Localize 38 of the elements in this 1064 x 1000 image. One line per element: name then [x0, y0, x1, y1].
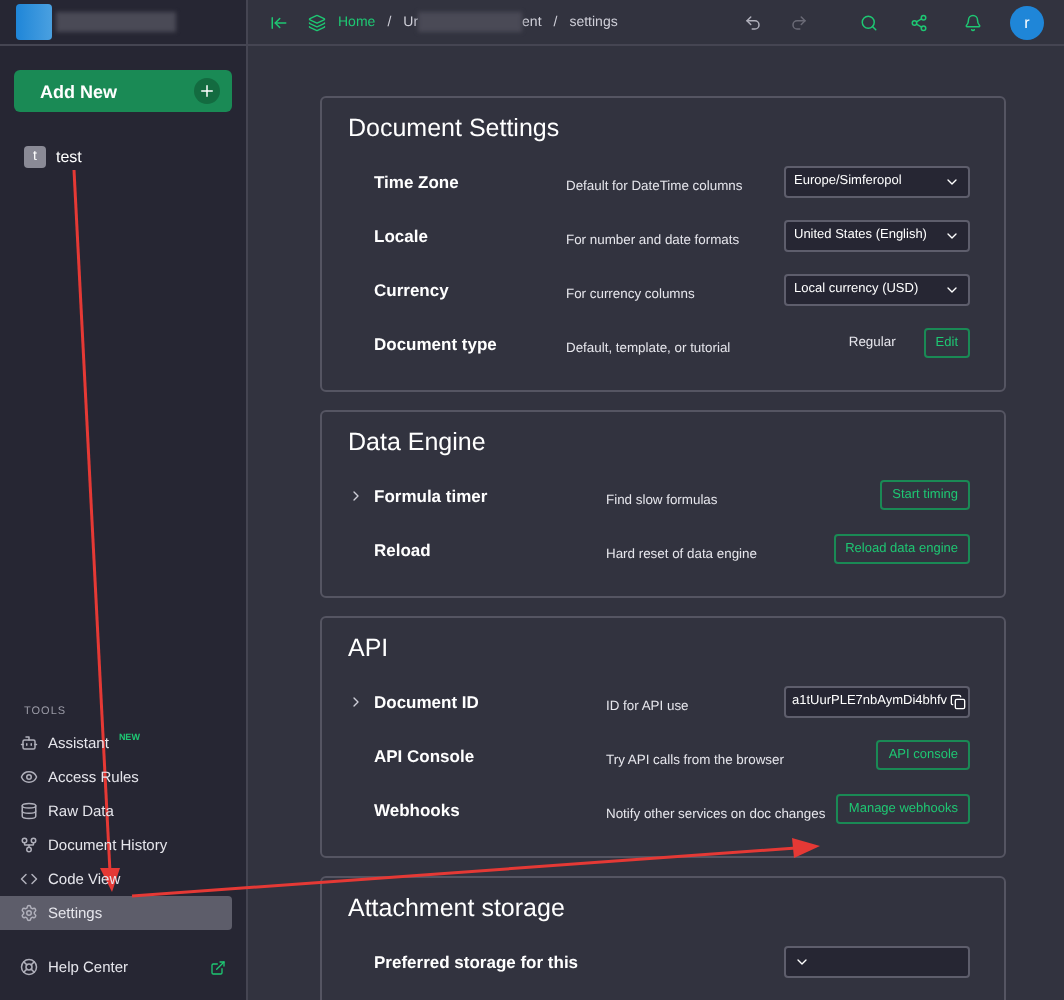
copy-icon[interactable] [949, 693, 966, 709]
setting-label: Locale [374, 225, 428, 245]
setting-label: API Console [374, 745, 475, 765]
setting-label: Time Zone [374, 171, 459, 191]
setting-label: Formula timer [374, 485, 488, 505]
search-icon[interactable] [860, 13, 878, 31]
bell-icon[interactable] [964, 13, 982, 31]
page-name: test [56, 148, 82, 166]
layers-icon [308, 13, 326, 31]
user-avatar[interactable]: r [1010, 5, 1044, 39]
setting-label: Document ID [374, 691, 479, 711]
tool-icon [20, 768, 38, 786]
section-title: Data Engine [348, 428, 488, 456]
section-title: Document Settings [348, 114, 562, 142]
setting-label: Webhooks [374, 799, 460, 819]
logo-icon [16, 4, 52, 40]
add-new-button[interactable]: Add New [14, 70, 232, 112]
tool-icon [20, 802, 38, 820]
blurred-document-name [418, 12, 523, 32]
setting-label: Reload [374, 539, 431, 559]
setting-label: Preferred storage for this [374, 951, 579, 971]
section-title: API [348, 634, 391, 662]
share-icon[interactable] [910, 13, 928, 31]
chevron-right-icon[interactable] [348, 487, 364, 503]
undo-icon[interactable] [744, 13, 762, 31]
chevron-right-icon[interactable] [348, 693, 364, 709]
plus-icon [194, 78, 220, 104]
tool-icon [20, 734, 38, 752]
section-title: Attachment storage [348, 894, 567, 922]
lifebuoy-icon [20, 958, 38, 976]
tool-icon [20, 836, 38, 854]
tool-icon [20, 904, 38, 922]
setting-label: Document type [374, 333, 497, 353]
external-link-icon [210, 959, 226, 975]
panel-toggle-icon[interactable] [270, 13, 288, 31]
blurred-logo-text [56, 12, 176, 32]
tool-icon [20, 870, 38, 888]
setting-label: Currency [374, 279, 449, 299]
